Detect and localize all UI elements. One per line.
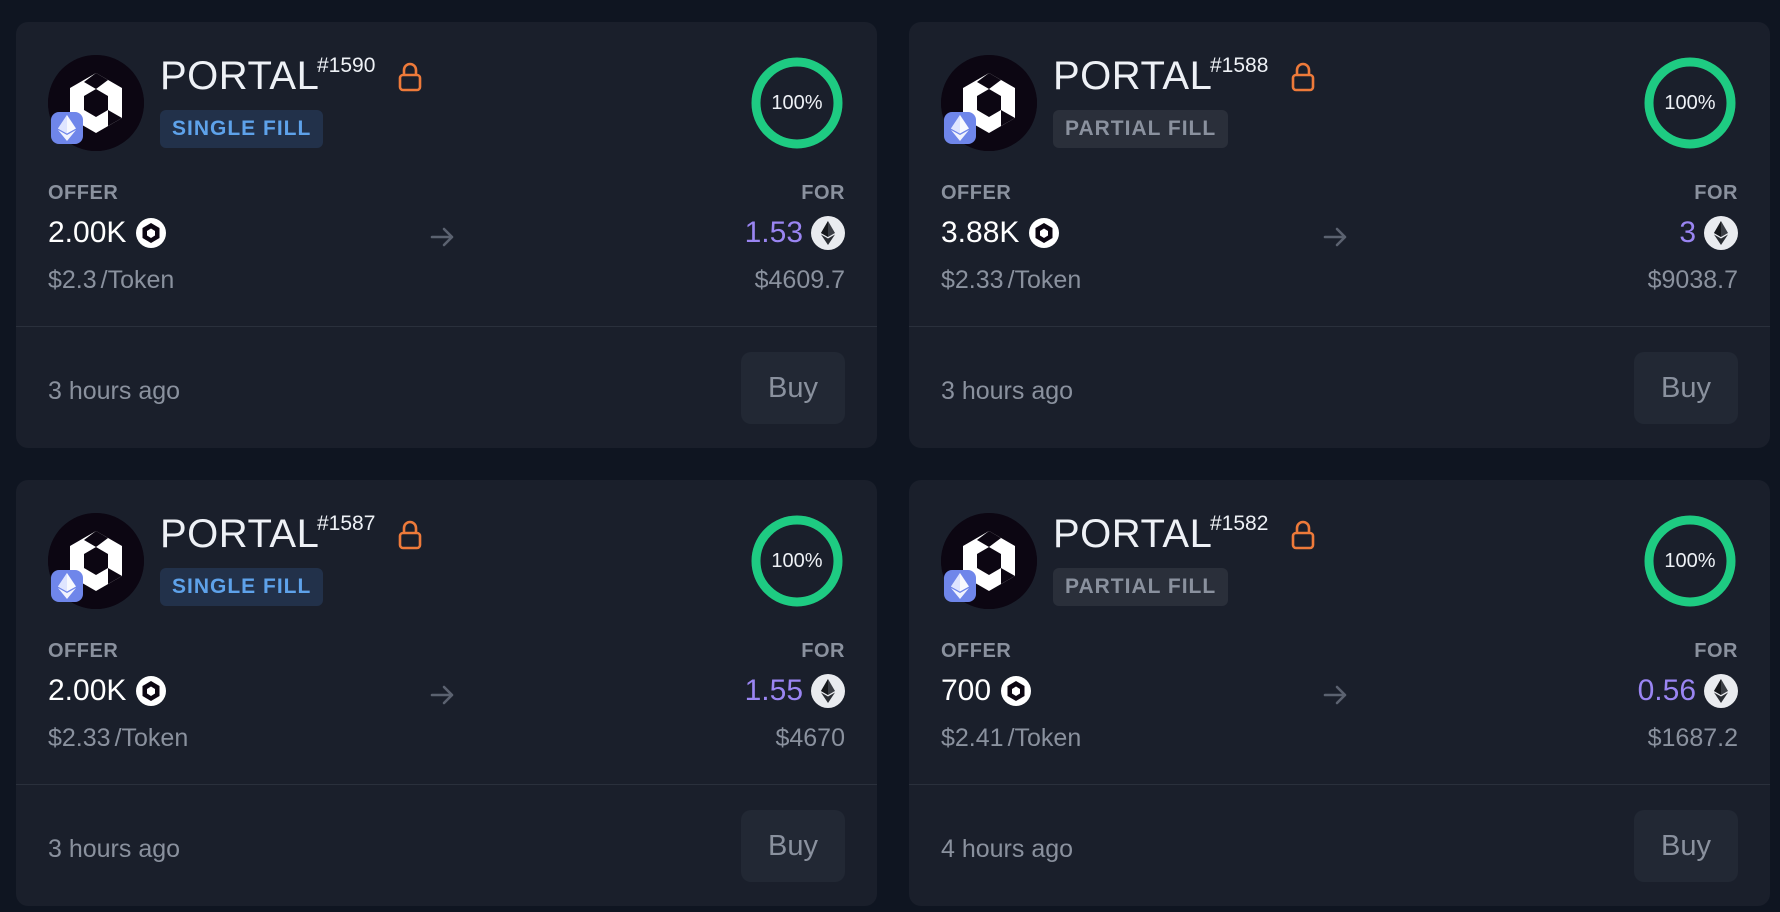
fill-progress-ring: 100%: [1643, 56, 1737, 150]
for-amount: 0.56: [1638, 674, 1738, 708]
for-amount: 3: [1679, 216, 1738, 250]
ethereum-chain-icon: [944, 570, 976, 602]
eth-icon: [1704, 674, 1738, 708]
progress-percent: 100%: [1664, 91, 1716, 114]
offer-amount: 2.00K: [48, 674, 167, 708]
order-card-1[interactable]: PORTAL #1588 PARTIAL FILL 100% OFFER FOR…: [909, 22, 1770, 448]
offer-amount-value: 3.88K: [941, 216, 1020, 249]
fill-progress-ring: 100%: [1643, 514, 1737, 608]
per-token-unit: /Token: [1007, 266, 1082, 294]
order-card-0[interactable]: PORTAL #1590 SINGLE FILL 100% OFFER FOR …: [16, 22, 877, 448]
arrow-right-icon: [430, 685, 454, 705]
token-name: PORTAL: [160, 54, 320, 98]
portal-token-icon: [136, 218, 167, 248]
card-divider: [16, 326, 877, 327]
for-amount-value: 0.56: [1637, 674, 1696, 707]
portal-token-icon: [1001, 676, 1032, 706]
lock-icon: [1291, 520, 1315, 550]
token-name: PORTAL: [160, 512, 320, 556]
per-token-unit: /Token: [1007, 724, 1082, 752]
fill-type-badge: PARTIAL FILL: [1053, 110, 1229, 148]
arrow-right-icon: [430, 227, 454, 247]
fill-type-badge: PARTIAL FILL: [1053, 568, 1229, 606]
offer-amount-value: 2.00K: [48, 674, 127, 707]
offer-label: OFFER: [941, 182, 1012, 204]
eth-icon: [811, 216, 845, 250]
order-time: 3 hours ago: [48, 835, 181, 863]
lock-icon: [1291, 62, 1315, 92]
fill-progress-ring: 100%: [750, 514, 844, 608]
lock-icon: [398, 62, 422, 92]
per-token-unit: /Token: [114, 724, 189, 752]
for-usd-value: $9038.7: [1647, 266, 1738, 294]
for-usd-value: $1687.2: [1647, 724, 1738, 752]
buy-button[interactable]: Buy: [1634, 352, 1738, 424]
for-amount-value: 3: [1679, 216, 1696, 249]
progress-percent: 100%: [771, 549, 823, 572]
fill-type-badge: SINGLE FILL: [160, 110, 324, 148]
offer-price-per-token: $2.33/Token: [48, 724, 188, 753]
offer-price-per-token: $2.41/Token: [941, 724, 1081, 753]
for-amount-value: 1.53: [744, 216, 803, 249]
fill-type-badge: SINGLE FILL: [160, 568, 324, 606]
for-label: FOR: [801, 182, 845, 204]
per-token-unit: /Token: [100, 266, 175, 294]
eth-icon: [811, 674, 845, 708]
for-amount: 1.53: [745, 216, 845, 250]
offer-price-value: $2.33: [941, 266, 1004, 294]
token-name: PORTAL: [1053, 512, 1213, 556]
fill-progress-ring: 100%: [750, 56, 844, 150]
ethereum-chain-icon: [51, 570, 83, 602]
order-time: 3 hours ago: [941, 377, 1074, 405]
card-divider: [909, 784, 1770, 785]
for-amount-value: 1.55: [744, 674, 803, 707]
order-time: 4 hours ago: [941, 835, 1074, 863]
order-time: 3 hours ago: [48, 377, 181, 405]
arrow-right-icon: [1323, 227, 1347, 247]
offer-price-value: $2.41: [941, 724, 1004, 752]
token-name: PORTAL: [1053, 54, 1213, 98]
card-divider: [909, 326, 1770, 327]
progress-percent: 100%: [1664, 549, 1716, 572]
for-label: FOR: [801, 640, 845, 662]
for-amount: 1.55: [745, 674, 845, 708]
for-usd-value: $4670: [775, 724, 845, 752]
offer-amount: 700: [941, 674, 1032, 708]
for-label: FOR: [1694, 640, 1738, 662]
order-card-2[interactable]: PORTAL #1587 SINGLE FILL 100% OFFER FOR …: [16, 480, 877, 906]
buy-button[interactable]: Buy: [1634, 810, 1738, 882]
offer-amount-value: 700: [941, 674, 992, 707]
portal-token-icon: [1029, 218, 1060, 248]
offer-price-value: $2.33: [48, 724, 111, 752]
progress-percent: 100%: [771, 91, 823, 114]
order-id: #1590: [317, 54, 376, 77]
offer-label: OFFER: [48, 182, 119, 204]
offer-label: OFFER: [941, 640, 1012, 662]
buy-button[interactable]: Buy: [741, 352, 845, 424]
lock-icon: [398, 520, 422, 550]
offer-price-value: $2.3: [48, 266, 97, 294]
offer-price-per-token: $2.3/Token: [48, 266, 174, 295]
offer-amount-value: 2.00K: [48, 216, 127, 249]
order-id: #1582: [1210, 512, 1269, 535]
portal-token-icon: [136, 676, 167, 706]
order-id: #1587: [317, 512, 376, 535]
for-usd-value: $4609.7: [754, 266, 845, 294]
offer-amount: 3.88K: [941, 216, 1060, 250]
arrow-right-icon: [1323, 685, 1347, 705]
offer-amount: 2.00K: [48, 216, 167, 250]
eth-icon: [1704, 216, 1738, 250]
order-id: #1588: [1210, 54, 1269, 77]
offer-label: OFFER: [48, 640, 119, 662]
offer-price-per-token: $2.33/Token: [941, 266, 1081, 295]
order-card-3[interactable]: PORTAL #1582 PARTIAL FILL 100% OFFER FOR…: [909, 480, 1770, 906]
buy-button[interactable]: Buy: [741, 810, 845, 882]
card-divider: [16, 784, 877, 785]
ethereum-chain-icon: [51, 112, 83, 144]
for-label: FOR: [1694, 182, 1738, 204]
ethereum-chain-icon: [944, 112, 976, 144]
orders-grid: PORTAL #1590 SINGLE FILL 100% OFFER FOR …: [0, 0, 1780, 912]
